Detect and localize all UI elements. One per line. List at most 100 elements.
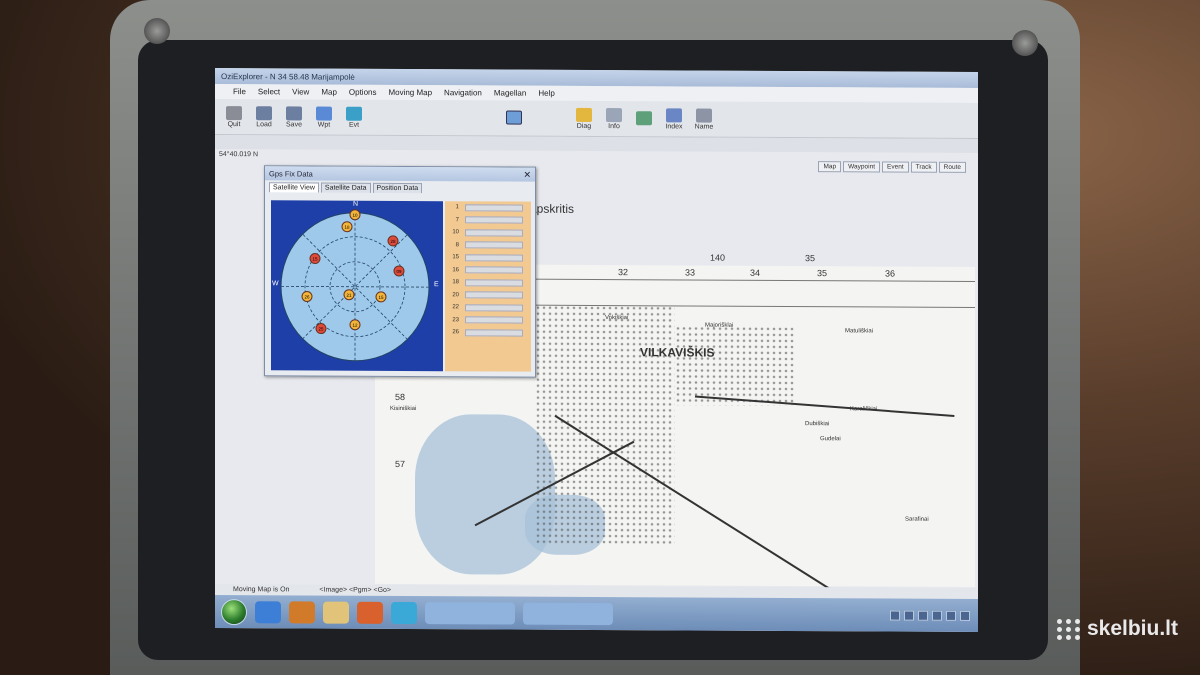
waypoint-view-button[interactable]: Waypoint [843, 161, 880, 173]
signal-bar [465, 316, 523, 324]
zoom-tool-button[interactable] [501, 110, 527, 125]
name-button[interactable]: Name [691, 108, 717, 130]
save-button[interactable]: Save [281, 105, 307, 128]
menu-view[interactable]: View [292, 87, 309, 96]
start-button[interactable] [221, 598, 247, 625]
media-icon[interactable] [289, 600, 315, 624]
signal-bar [465, 279, 523, 287]
event-view-button[interactable]: Event [882, 161, 909, 173]
satellite-id-label: 15 [378, 295, 384, 300]
laptop-screen: OziExplorer - N 34 58.48 Marijampolė Fil… [215, 68, 978, 632]
menu-select[interactable]: Select [258, 87, 280, 96]
gps-tabs: Satellite View Satellite Data Position D… [265, 180, 535, 194]
menu-navigation[interactable]: Navigation [444, 88, 482, 97]
load-button[interactable]: Load [251, 105, 277, 128]
zoom-icon [506, 110, 522, 125]
taskbar-window-button[interactable] [425, 601, 515, 625]
wpt-button[interactable]: Wpt [311, 106, 337, 128]
quit-icon [226, 105, 242, 120]
signal-bar [465, 329, 523, 337]
screw-icon [1012, 30, 1038, 56]
scale-mark: 140 [710, 252, 726, 263]
signal-bar-label: 26 [452, 329, 459, 336]
secondary-toolbar [215, 135, 978, 153]
quit-button[interactable]: Quit [221, 105, 247, 128]
scale-label: 33 [685, 267, 696, 278]
signal-bar [465, 266, 523, 274]
town-area [535, 304, 675, 546]
main-toolbar: Quit Load Save Wpt Evt Diag Info Index N… [215, 99, 978, 139]
signal-bar [465, 216, 523, 224]
signal-bar-row: 16 [445, 264, 531, 277]
compass-east: E [434, 281, 439, 289]
status-moving-map: Moving Map is On [233, 586, 290, 594]
index-button[interactable]: Index [661, 107, 687, 130]
scale-mark: 35 [805, 253, 816, 264]
signal-bar-row: 10 [445, 226, 531, 239]
signal-bar-label: 18 [452, 279, 459, 286]
tray-icon[interactable] [960, 610, 970, 621]
menu-map[interactable]: Map [321, 88, 337, 97]
map-place-label: Sarafinai [905, 516, 929, 523]
signal-bar-row: 23 [445, 314, 531, 327]
map-view-button[interactable]: Map [818, 161, 842, 173]
signal-bar-row: 22 [445, 301, 531, 314]
load-icon [256, 105, 272, 120]
menu-help[interactable]: Help [538, 89, 554, 98]
map-place-label: Majorišklai [705, 322, 734, 329]
compass-north: N [353, 200, 359, 208]
tray-icon[interactable] [946, 610, 956, 621]
tab-satellite-data[interactable]: Satellite Data [320, 182, 371, 193]
signal-bar-label: 20 [452, 291, 459, 299]
watermark-text: skelbiu.lt [1086, 617, 1178, 640]
map-region-label: apskritis [530, 201, 575, 216]
signal-bar-row: 1 [445, 201, 531, 214]
diag-button[interactable]: Diag [571, 107, 597, 129]
close-icon[interactable]: ✕ [523, 169, 535, 180]
signal-bar-label: 22 [452, 304, 459, 311]
signal-bar-label: 7 [455, 217, 459, 224]
pan-button[interactable] [631, 111, 657, 126]
scale-label: 32 [618, 267, 629, 278]
map-place-label: Karališkiai [850, 406, 878, 413]
folder-icon[interactable] [323, 601, 349, 624]
track-view-button[interactable]: Track [910, 161, 937, 173]
lock-icon [576, 107, 592, 122]
tray-icon[interactable] [918, 610, 928, 621]
tray-icon[interactable] [890, 610, 900, 621]
gps-fix-dialog: Gps Fix Data ✕ Satellite View Satellite … [264, 165, 536, 378]
signal-bar-label: 15 [452, 254, 459, 261]
satellite-sky-view: 10 18 28 15 09 26 21 15 25 12 N W E [271, 200, 443, 372]
signal-bar-row: 26 [445, 326, 531, 339]
signal-bar-label: 1 [455, 204, 459, 211]
satellite-id-label: 25 [318, 327, 324, 332]
tray-icon[interactable] [932, 610, 942, 621]
menu-options[interactable]: Options [349, 88, 377, 97]
tab-position-data[interactable]: Position Data [372, 182, 423, 194]
skype-icon[interactable] [391, 601, 417, 624]
watermark-logo-icon [1056, 618, 1081, 640]
tab-satellite-view[interactable]: Satellite View [269, 182, 319, 193]
menu-magellan[interactable]: Magellan [494, 88, 526, 97]
ie-icon[interactable] [255, 600, 281, 623]
route-view-button[interactable]: Route [938, 161, 966, 173]
taskbar-window-button[interactable] [523, 602, 613, 625]
menu-file[interactable]: File [233, 87, 246, 96]
signal-bar-row: 18 [445, 276, 531, 289]
map-place-label: Dubiškiai [805, 421, 830, 428]
info-button[interactable]: Info [601, 107, 627, 130]
map-place-label: Gudelai [820, 436, 841, 443]
signal-bar [465, 241, 523, 249]
scale-label: 34 [750, 267, 761, 278]
gps-dialog-title: Gps Fix Data [269, 168, 313, 179]
map-place-label: Vokiškiai [605, 315, 629, 322]
satellite-id-label: 28 [390, 239, 396, 244]
evt-button[interactable]: Evt [341, 106, 367, 128]
menu-moving-map[interactable]: Moving Map [388, 88, 432, 97]
coordinate-readout: 54°40.019 N [219, 151, 258, 159]
signal-bar-label: 10 [452, 229, 459, 236]
firefox-icon[interactable] [357, 601, 383, 624]
tray-icon[interactable] [904, 610, 914, 621]
signal-bar-label: 16 [452, 266, 459, 274]
watermark: skelbiu.lt [1056, 617, 1178, 641]
